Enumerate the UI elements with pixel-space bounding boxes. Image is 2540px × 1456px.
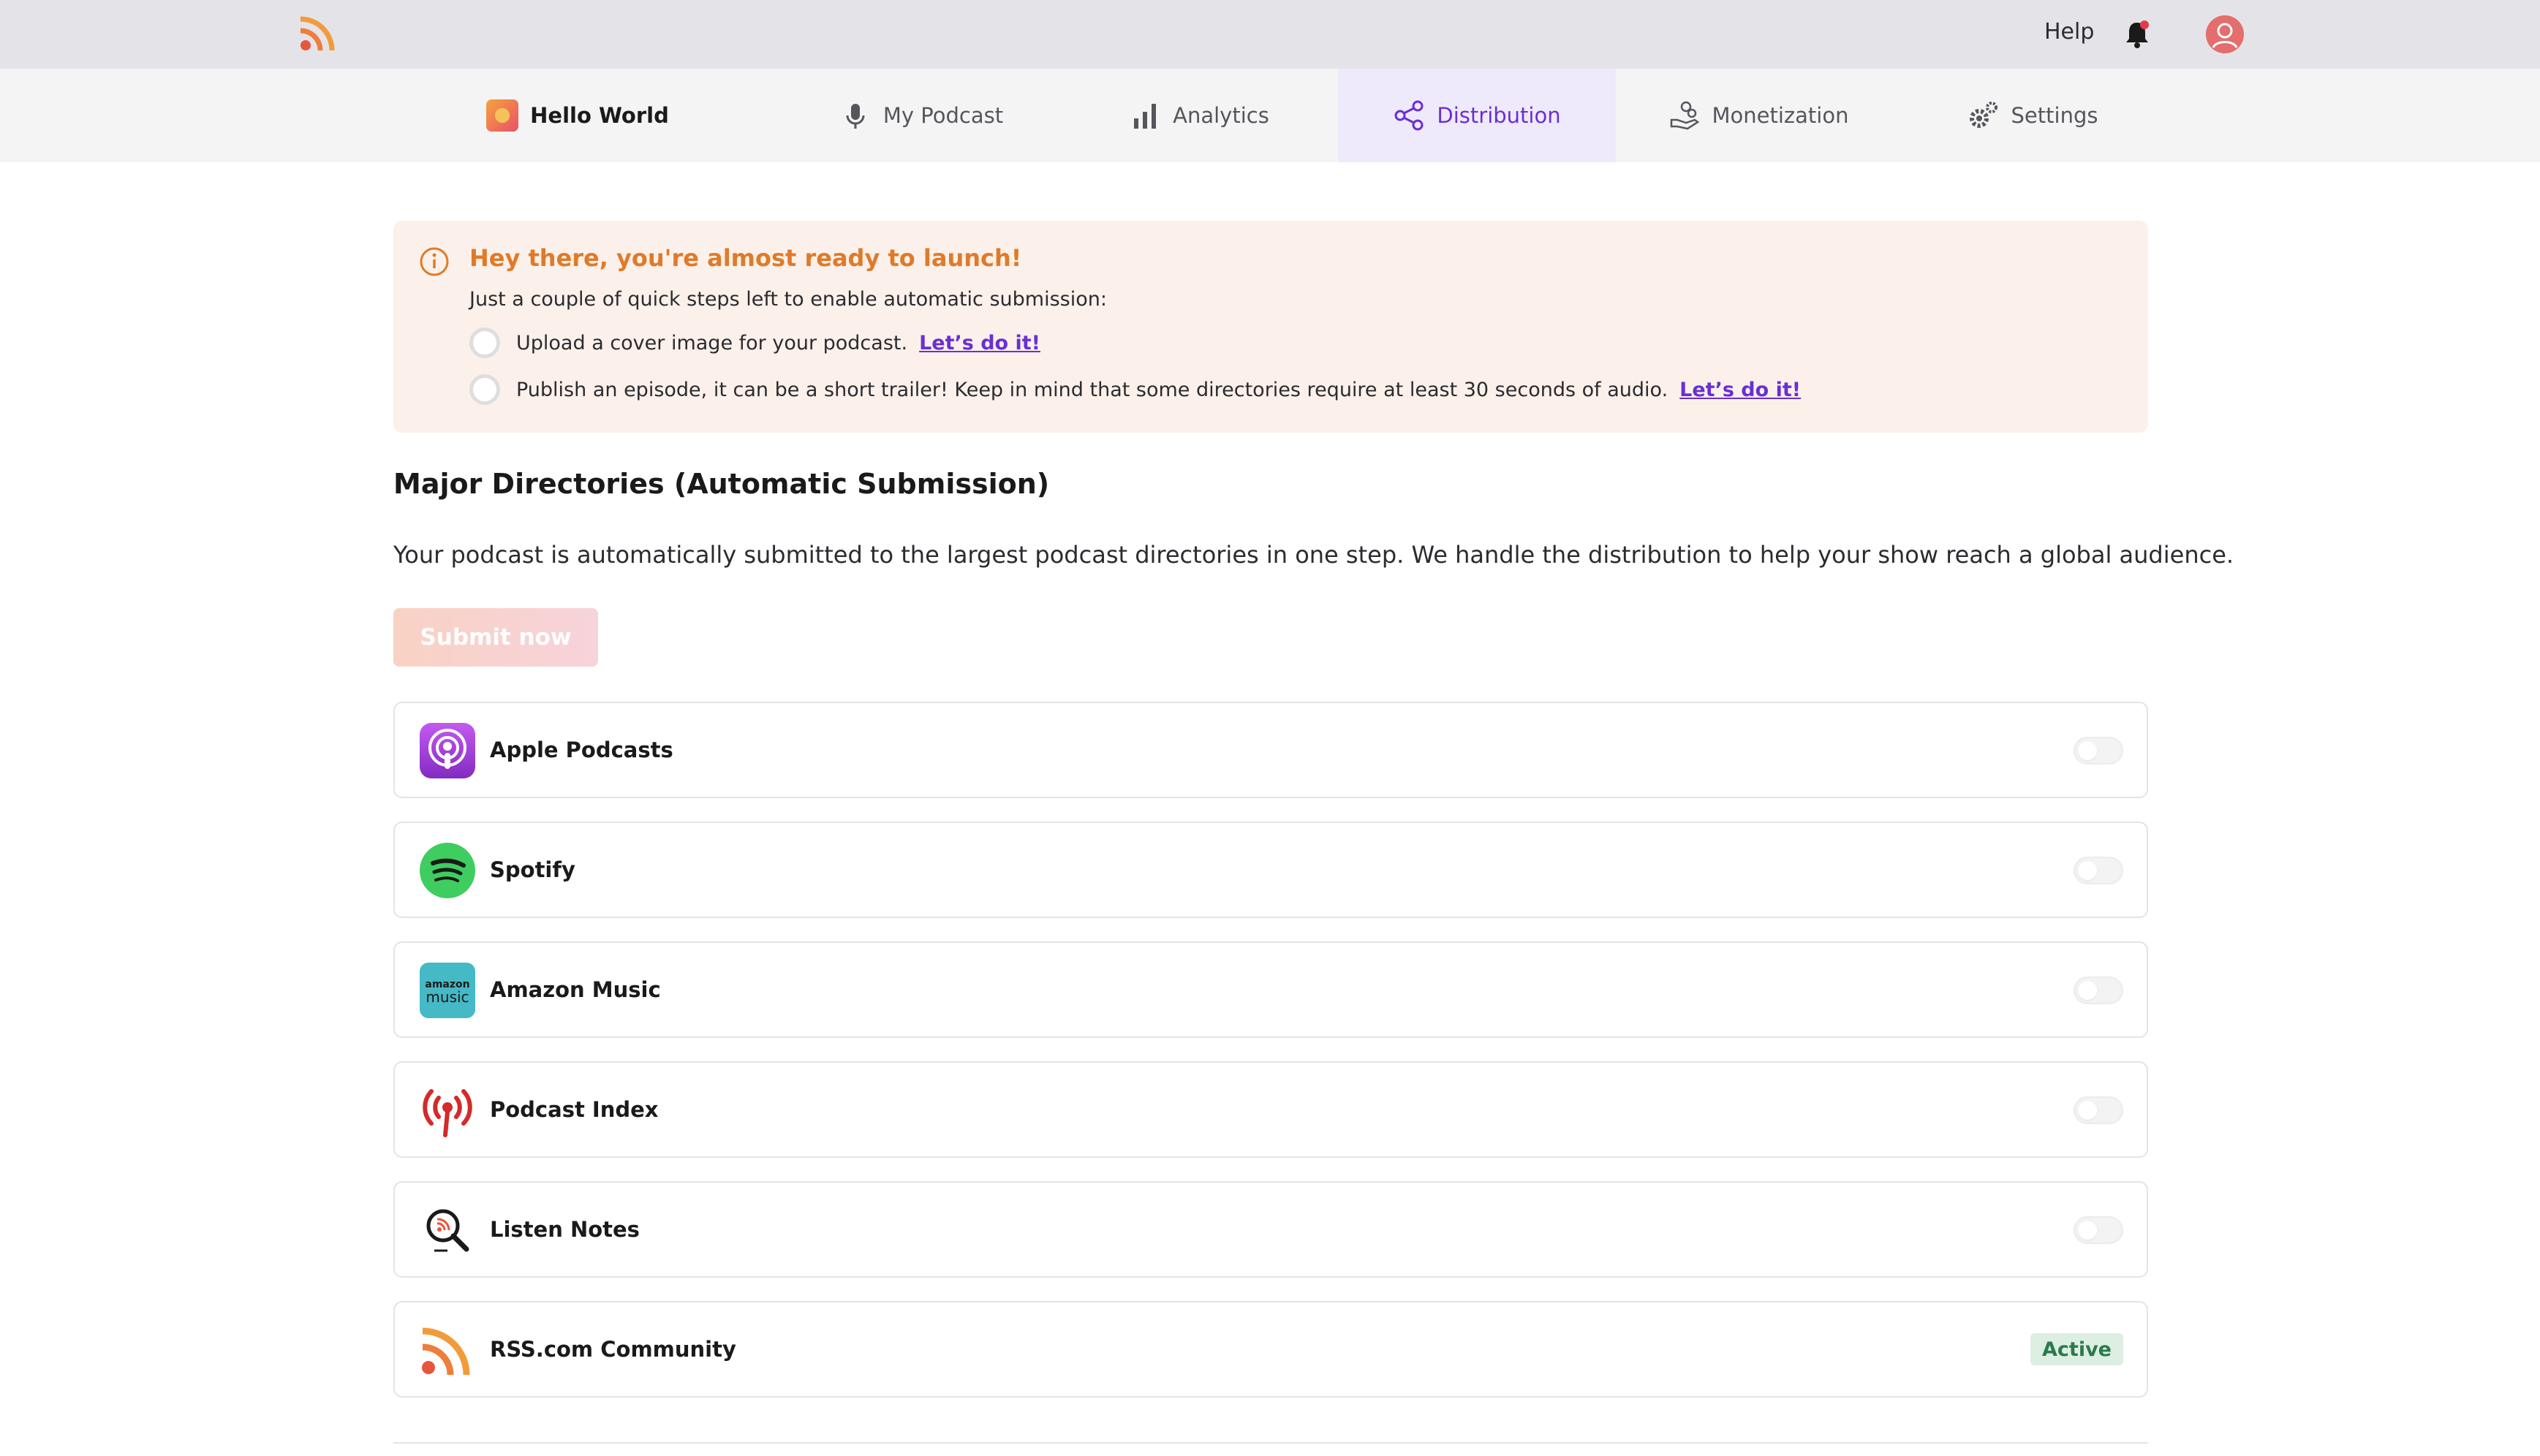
- help-link[interactable]: Help: [2044, 19, 2094, 45]
- launch-alert: Hey there, you're almost ready to launch…: [393, 221, 2148, 433]
- listen-notes-icon: [426, 1209, 469, 1252]
- tab-distribution[interactable]: Distribution: [1338, 69, 1616, 162]
- tab-my-podcast[interactable]: My Podcast: [834, 69, 1009, 162]
- bell-icon[interactable]: [2123, 18, 2152, 50]
- nav-label: Settings: [2011, 103, 2098, 128]
- podcast-cover-thumbnail: [486, 99, 519, 132]
- directory-toggle[interactable]: [2074, 737, 2123, 765]
- top-bar: Help: [0, 0, 2540, 69]
- section-description: Your podcast is automatically submitted …: [393, 541, 2234, 569]
- step-link-upload-cover[interactable]: Let’s do it!: [919, 332, 1040, 354]
- alert-title: Hey there, you're almost ready to launch…: [469, 244, 1022, 272]
- directory-toggle[interactable]: [2074, 857, 2123, 884]
- section-title: Major Directories (Automatic Submission): [393, 468, 1050, 500]
- rss-community-icon: [422, 1327, 470, 1376]
- directory-toggle[interactable]: [2074, 1216, 2123, 1244]
- directory-name: Apple Podcasts: [490, 738, 673, 762]
- tab-settings[interactable]: Settings: [1945, 69, 2120, 162]
- podcast-index-icon: [423, 1089, 472, 1137]
- directory-name: Spotify: [490, 857, 575, 882]
- directory-name: Amazon Music: [490, 977, 661, 1002]
- directory-row-rss-community: RSS.com Community Active: [393, 1301, 2148, 1398]
- step-upload-cover: Upload a cover image for your podcast. L…: [469, 327, 1040, 358]
- directory-row-podcast-index: Podcast Index: [393, 1061, 2148, 1158]
- tab-analytics[interactable]: Analytics: [1119, 69, 1280, 162]
- apple-podcasts-icon: [420, 723, 475, 778]
- nav-podcast-switcher[interactable]: Hello World: [468, 69, 687, 162]
- step-text: Publish an episode, it can be a short tr…: [516, 378, 1668, 401]
- submit-now-button[interactable]: Submit now: [393, 608, 598, 667]
- directory-toggle[interactable]: [2074, 977, 2123, 1004]
- info-icon: [420, 247, 449, 276]
- directory-toggle[interactable]: [2074, 1096, 2123, 1124]
- divider: [393, 1442, 2148, 1444]
- nav-label: Distribution: [1437, 103, 1561, 128]
- directory-row-apple-podcasts: Apple Podcasts: [393, 702, 2148, 798]
- microphone-icon: [839, 99, 872, 132]
- alert-subtitle: Just a couple of quick steps left to ena…: [469, 288, 1107, 311]
- directory-row-listen-notes: Listen Notes: [393, 1181, 2148, 1278]
- share-icon: [1393, 99, 1425, 132]
- nav-label: Hello World: [530, 103, 669, 128]
- rss-logo-icon[interactable]: [298, 15, 336, 53]
- nav-label: Analytics: [1173, 103, 1269, 128]
- directory-name: RSS.com Community: [490, 1337, 736, 1362]
- step-link-publish-episode[interactable]: Let’s do it!: [1679, 379, 1801, 401]
- bar-chart-icon: [1129, 99, 1161, 132]
- user-avatar-icon[interactable]: [2206, 15, 2244, 53]
- nav-label: Monetization: [1712, 103, 1849, 128]
- step-text: Upload a cover image for your podcast.: [516, 331, 908, 354]
- directory-name: Podcast Index: [490, 1097, 659, 1122]
- directory-row-amazon-music: amazon music Amazon Music: [393, 941, 2148, 1038]
- spotify-icon: [420, 843, 475, 898]
- step-radio[interactable]: [469, 327, 500, 358]
- gears-icon: [1968, 99, 2000, 132]
- directory-row-spotify: Spotify: [393, 822, 2148, 918]
- tab-monetization[interactable]: Monetization: [1660, 69, 1857, 162]
- amazon-music-icon: amazon music: [420, 963, 475, 1018]
- hand-coins-icon: [1668, 99, 1701, 132]
- amazon-music-logo-text: music: [426, 988, 469, 1006]
- directory-name: Listen Notes: [490, 1217, 640, 1242]
- status-badge: Active: [2030, 1333, 2123, 1365]
- nav-label: My Podcast: [882, 103, 1004, 128]
- main-nav: Hello World My Podcast Analytics Distrib…: [0, 69, 2540, 162]
- step-radio[interactable]: [469, 374, 500, 405]
- step-publish-episode: Publish an episode, it can be a short tr…: [469, 374, 1801, 405]
